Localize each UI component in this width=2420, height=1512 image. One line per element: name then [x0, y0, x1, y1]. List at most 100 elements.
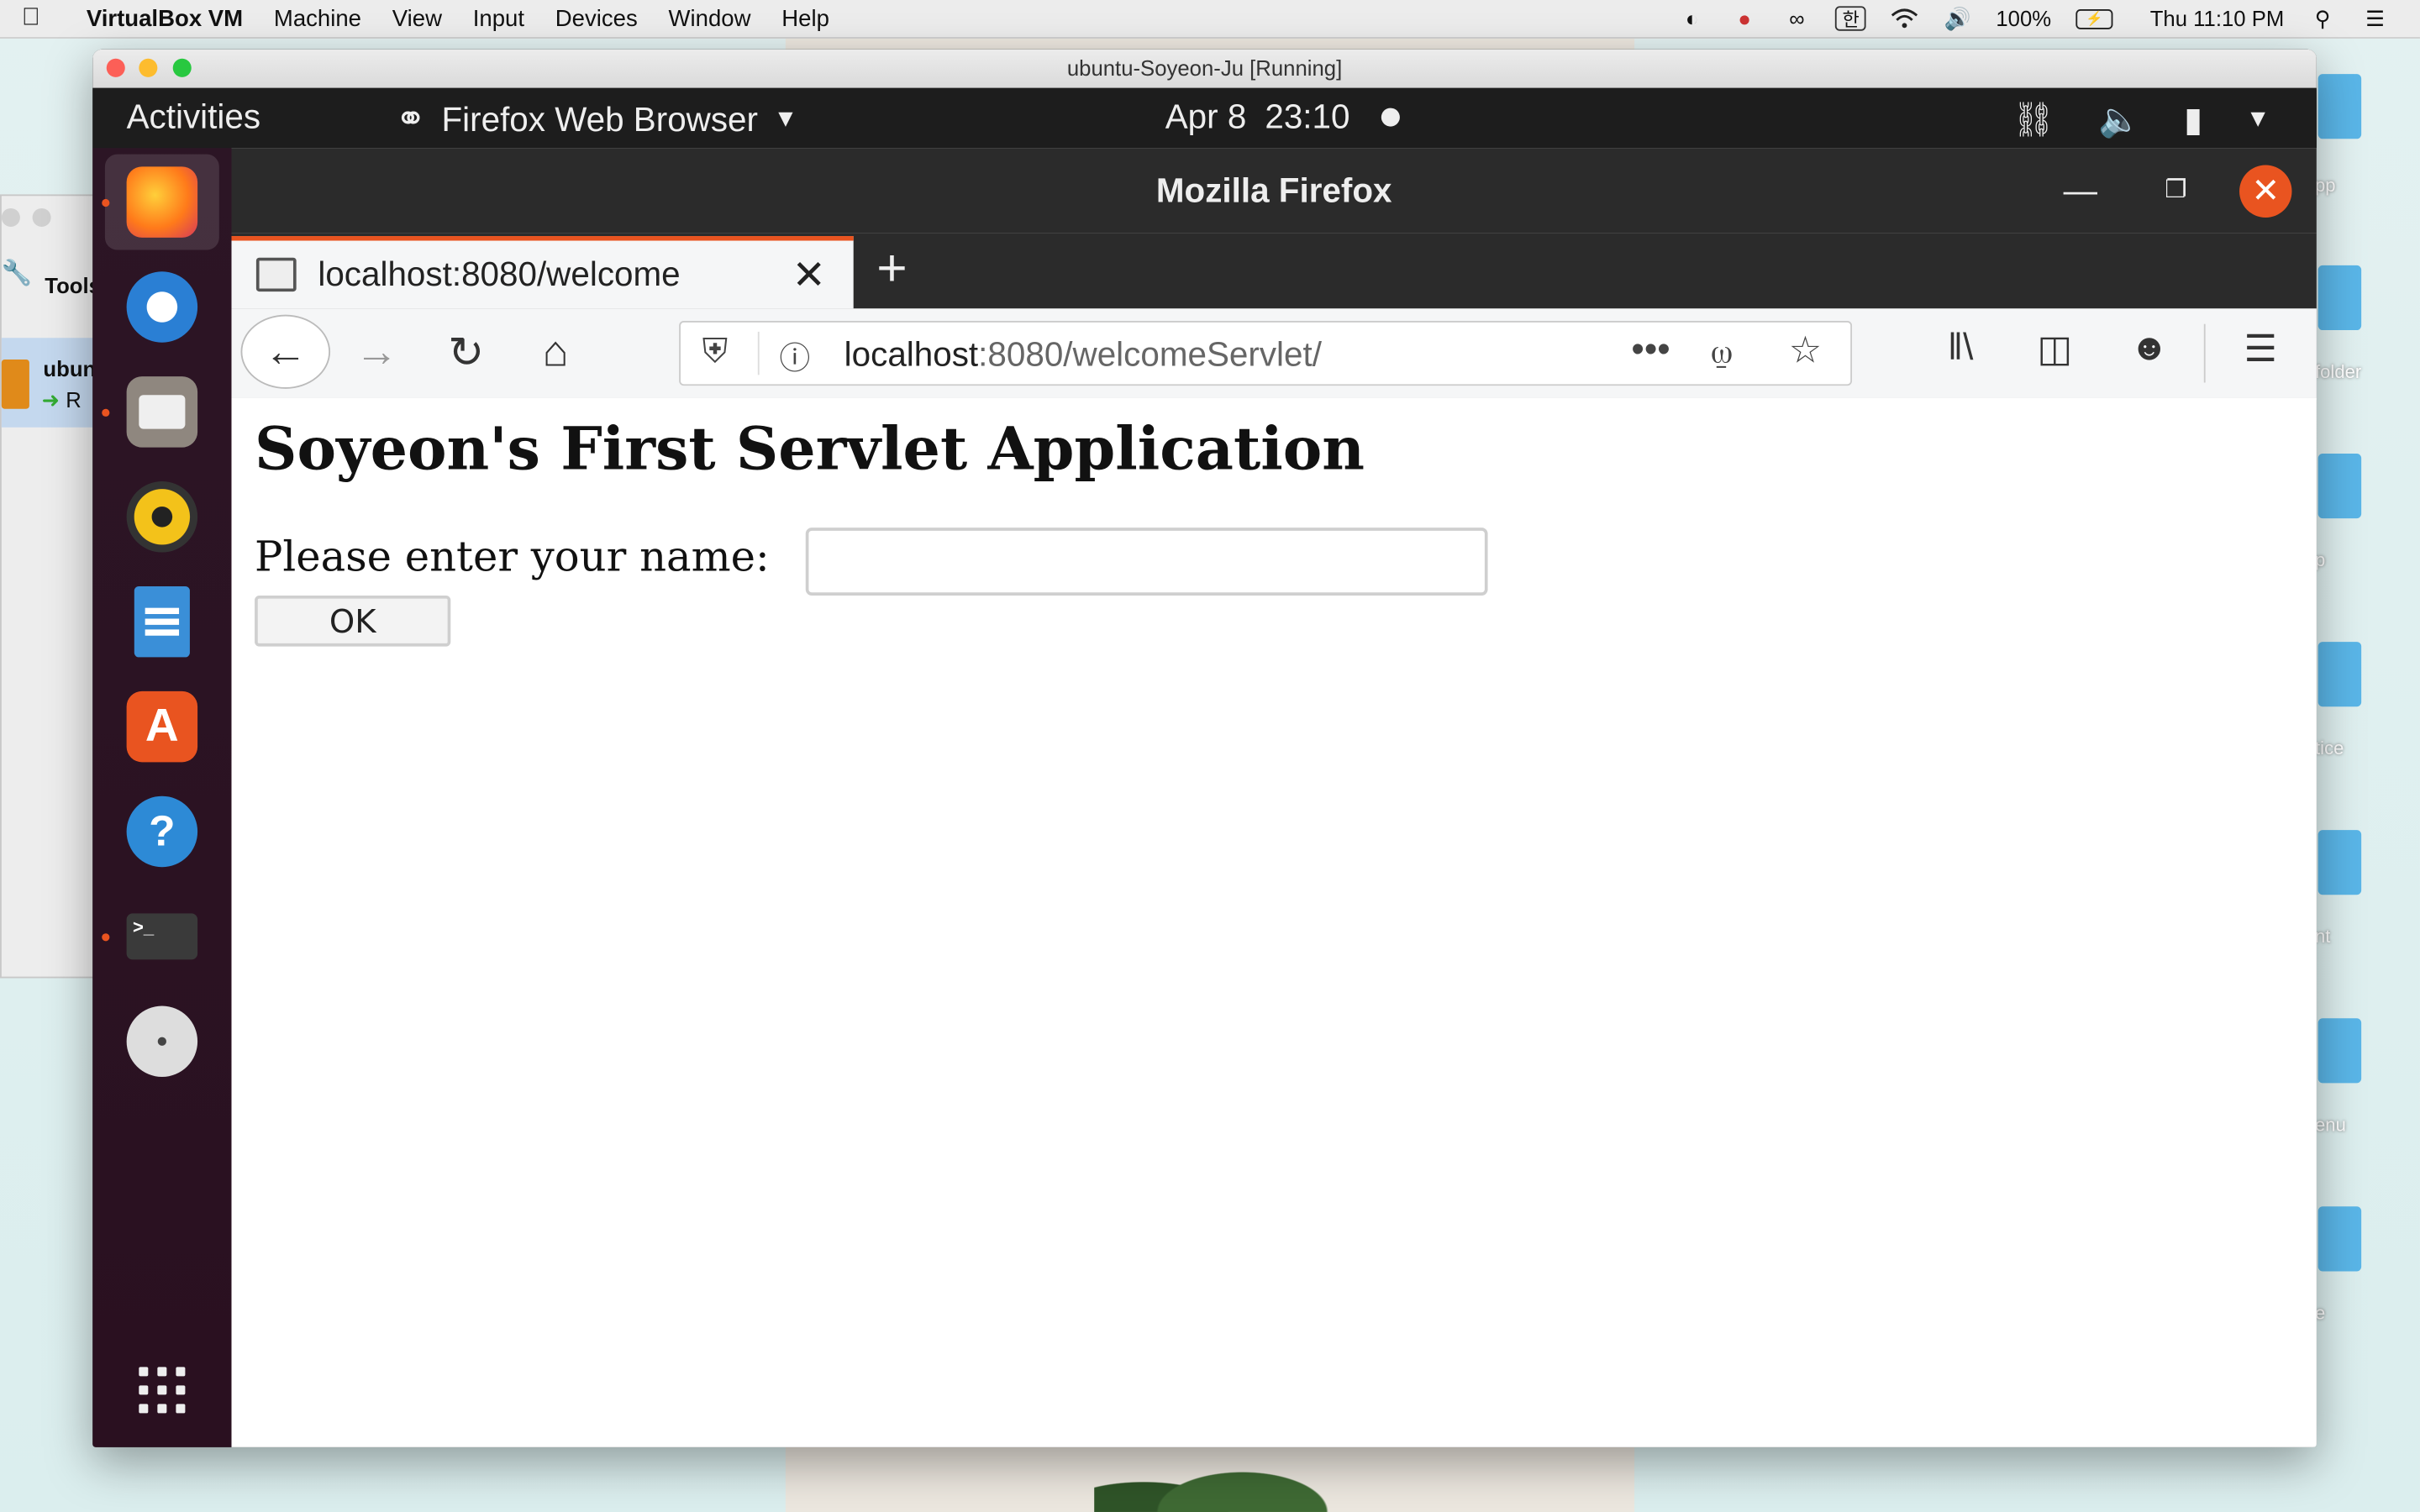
menu-window[interactable]: Window	[668, 5, 750, 31]
menubar-clock[interactable]: Thu 11:10 PM	[2150, 6, 2285, 30]
apple-menu-icon[interactable]: 	[22, 5, 50, 33]
wifi-icon[interactable]	[1891, 6, 1918, 30]
creative-cloud-icon[interactable]: ∞	[1783, 6, 1811, 30]
firefox-window-title: Mozilla Firefox	[1155, 171, 1392, 210]
running-arrow-icon: ➜	[41, 387, 60, 412]
back-button[interactable]: ←	[240, 314, 331, 389]
tracking-shield-icon[interactable]: ⛨	[702, 332, 728, 372]
plant-image	[1094, 1442, 1342, 1512]
virtualbox-manager-window: 🔧 Tools ubun ➜ R	[0, 194, 101, 979]
desktop-folder[interactable]	[2317, 1206, 2362, 1272]
dvd-icon	[126, 1005, 198, 1078]
terminal-icon: >_	[126, 913, 198, 960]
volume-icon[interactable]: 🔊	[1944, 5, 1971, 30]
thunderbird-icon	[126, 271, 198, 343]
desktop-folder[interactable]	[2317, 265, 2362, 331]
tab-welcome-servlet[interactable]: localhost:8080/welcome ✕	[231, 236, 854, 309]
minimize-window-button[interactable]	[139, 58, 158, 77]
battery-icon[interactable]: ⚡	[2075, 8, 2113, 29]
chevron-down-icon: ▼	[2245, 106, 2270, 133]
bookmark-star-icon[interactable]: ☆	[1789, 328, 1823, 373]
forward-button[interactable]: →	[343, 318, 411, 386]
url-bar[interactable]: ⛨ ⓘ localhost:8080/welcomeServlet/ ••• ⍹…	[679, 321, 1853, 386]
tab-title: localhost:8080/welcome	[318, 255, 681, 293]
tab-close-icon[interactable]: ✕	[792, 250, 826, 298]
dock-software[interactable]: A	[105, 679, 219, 774]
minimize-button[interactable]: —	[2064, 148, 2097, 233]
show-applications-icon[interactable]	[139, 1367, 186, 1414]
clock-time: 23:10	[1265, 97, 1350, 136]
dock-libreoffice-writer[interactable]	[105, 574, 219, 669]
navigation-toolbar: ← → ↻ ⌂ ⛨ ⓘ localhost:8080/welcomeServle…	[231, 308, 2317, 400]
menu-machine[interactable]: Machine	[274, 5, 361, 31]
desktop-folder-label: tice	[2315, 737, 2344, 759]
zoom-window-button[interactable]	[172, 58, 192, 77]
desktop-folder[interactable]	[2317, 830, 2362, 895]
home-button[interactable]: ⌂	[522, 318, 590, 386]
vm-state: ➜ R	[41, 387, 82, 412]
app-menu[interactable]: ⚭ Firefox Web Browser ▼	[395, 97, 797, 142]
page-heading: Soyeon's First Servlet Application	[255, 413, 1365, 483]
library-icon[interactable]: ‖\	[1948, 327, 1973, 370]
window-close-button[interactable]	[1, 207, 20, 227]
close-icon: ✕	[2239, 164, 2292, 218]
vm-list-item[interactable]: ubun ➜ R	[1, 338, 97, 428]
window-minimize-button[interactable]	[32, 207, 51, 227]
vm-window-title: ubuntu-Soyeon-Ju [Running]	[1066, 55, 1343, 81]
network-icon: ⛓	[2012, 100, 2055, 139]
menu-app-name[interactable]: VirtualBox VM	[87, 5, 243, 31]
ubuntu-clock[interactable]: Apr 8 23:10	[1165, 97, 1400, 138]
name-input[interactable]	[805, 528, 1488, 596]
desktop-folder[interactable]	[2317, 453, 2362, 519]
volume-icon: 🔈	[2098, 100, 2141, 139]
new-tab-button[interactable]: +	[876, 239, 907, 300]
sidebar-icon[interactable]: ◫	[2037, 327, 2072, 371]
firefox-titlebar: Mozilla Firefox — ❐ ✕	[231, 148, 2317, 234]
reload-button[interactable]: ↻	[432, 318, 500, 386]
menu-devices[interactable]: Devices	[555, 5, 638, 31]
menu-help[interactable]: Help	[781, 5, 829, 31]
notification-center-icon[interactable]: ☰	[2361, 5, 2389, 30]
app-menu-label: Firefox Web Browser	[441, 99, 758, 139]
notification-app-icon[interactable]: ●	[1730, 6, 1758, 30]
activities-button[interactable]: Activities	[127, 97, 260, 138]
software-center-icon: A	[126, 690, 198, 763]
close-window-button[interactable]	[106, 58, 125, 77]
maximize-button[interactable]: ❐	[2165, 148, 2186, 233]
dock-firefox[interactable]	[102, 154, 219, 250]
menu-input[interactable]: Input	[473, 5, 524, 31]
site-info-icon[interactable]: ⓘ	[780, 333, 811, 378]
dock-help[interactable]: ?	[105, 784, 219, 879]
running-indicator	[102, 198, 110, 207]
vm-window-titlebar: ubuntu-Soyeon-Ju [Running]	[92, 49, 2317, 90]
menu-view[interactable]: View	[392, 5, 442, 31]
dock-rhythmbox[interactable]	[105, 469, 219, 564]
input-source-icon[interactable]: 한	[1835, 6, 1867, 31]
system-menu[interactable]: ⛓ 🔈 ▮ ▼	[2012, 100, 2270, 140]
close-button[interactable]: ✕	[2239, 148, 2292, 233]
writer-icon	[134, 585, 190, 658]
url-text[interactable]: localhost:8080/welcomeServlet/	[844, 335, 1322, 375]
page-actions-icon[interactable]: •••	[1631, 328, 1670, 371]
pocket-icon[interactable]: ⍹	[1712, 332, 1732, 372]
dock-thunderbird[interactable]	[105, 260, 219, 355]
account-icon[interactable]: ☻	[2130, 327, 2169, 370]
name-label: Please enter your name:	[255, 533, 770, 582]
files-icon	[126, 376, 198, 448]
dock-terminal[interactable]: >_	[102, 889, 219, 984]
tools-icon: 🔧	[1, 260, 33, 287]
dock-dvd[interactable]	[105, 994, 219, 1089]
hamburger-menu-icon[interactable]: ☰	[2244, 327, 2278, 371]
contrast-icon[interactable]: ◐	[1678, 6, 1706, 30]
ok-button[interactable]: OK	[255, 595, 451, 647]
url-separator	[757, 331, 760, 375]
ubuntu-top-bar: Activities ⚭ Firefox Web Browser ▼ Apr 8…	[92, 87, 2317, 149]
spotlight-search-icon[interactable]: ⚲	[2309, 5, 2337, 30]
desktop-folder[interactable]	[2317, 642, 2362, 707]
tab-strip: localhost:8080/welcome ✕ +	[231, 233, 2317, 309]
firefox-window: Mozilla Firefox — ❐ ✕ localhost:8080/wel…	[231, 148, 2317, 1447]
dock-files[interactable]	[102, 364, 219, 459]
desktop-folder[interactable]	[2317, 1018, 2362, 1084]
notification-dot-icon	[1381, 108, 1400, 127]
desktop-folder[interactable]	[2317, 74, 2362, 139]
